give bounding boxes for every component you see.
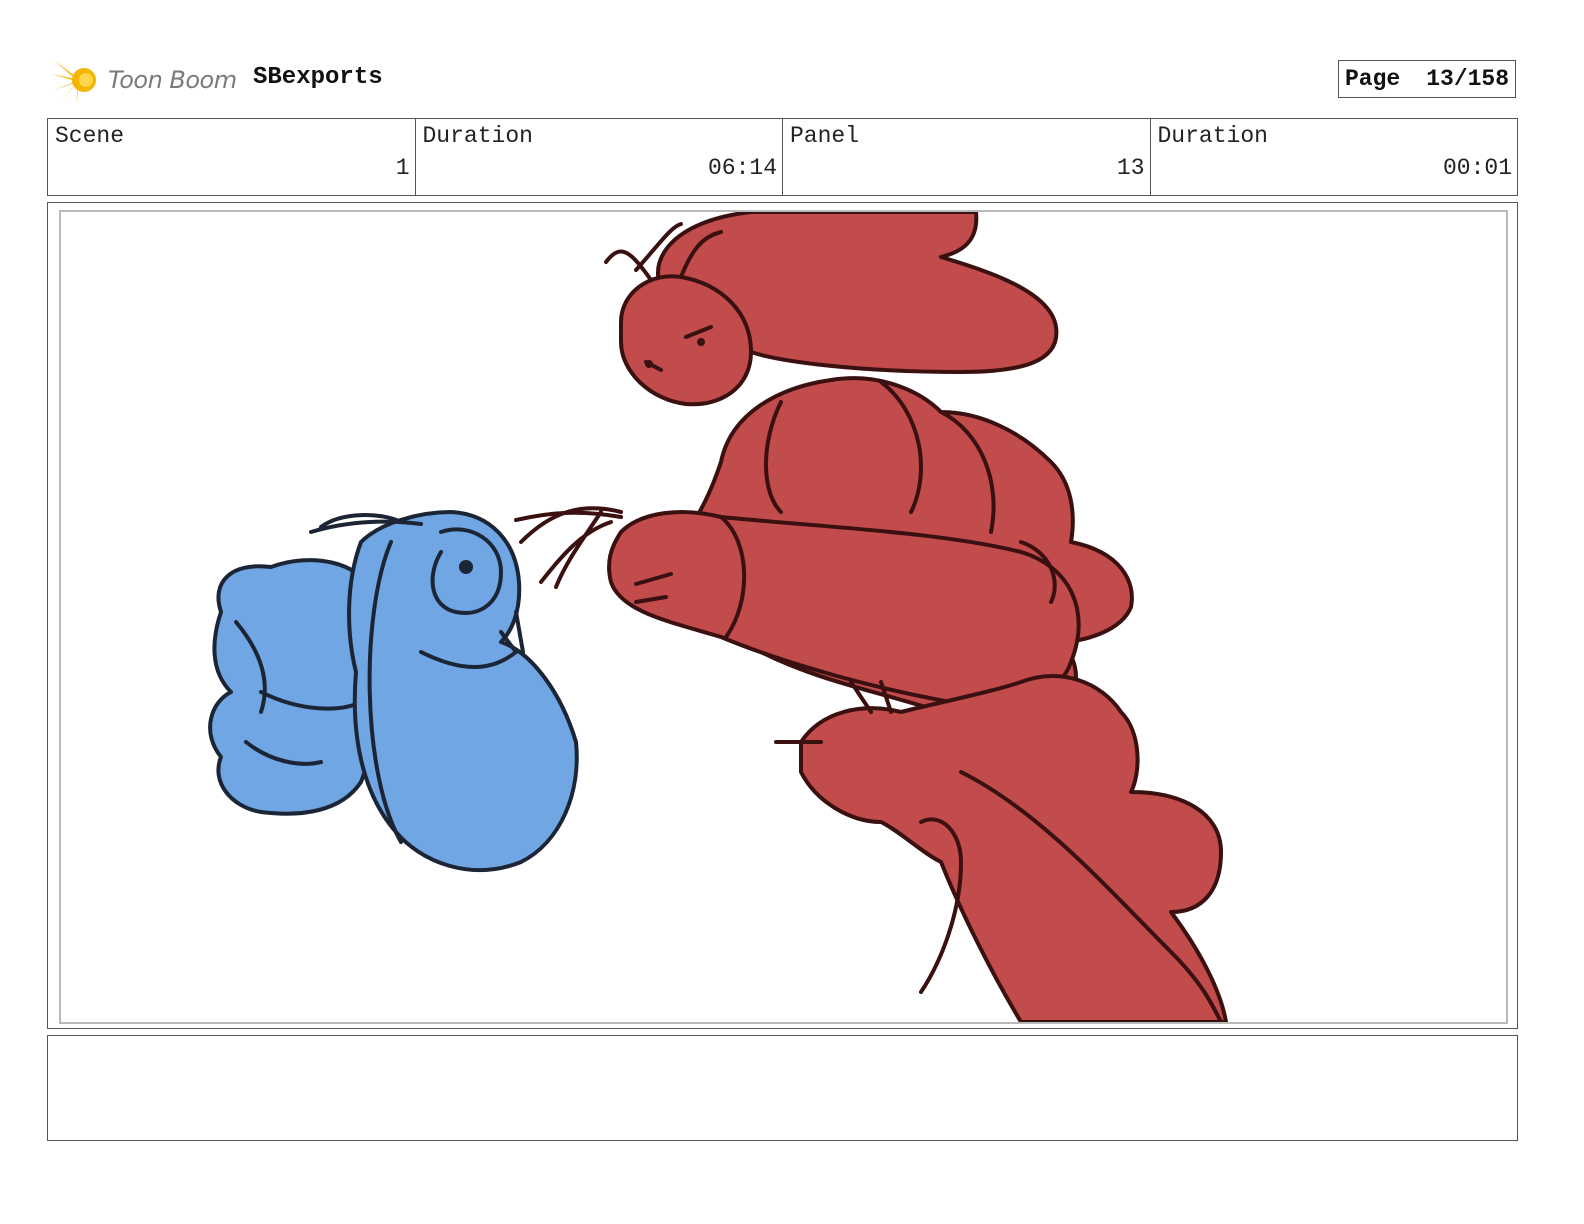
panel-duration-label: Duration <box>1157 123 1268 149</box>
panel-duration-value: 00:01 <box>1442 155 1512 181</box>
project-title: SBexports <box>253 64 383 91</box>
blue-bee-group <box>208 510 579 872</box>
panel-value: 13 <box>1116 155 1145 181</box>
panel-label: Panel <box>790 123 860 149</box>
storyboard-panel <box>47 202 1518 1029</box>
panel-sketch <box>208 212 1228 1022</box>
scene-duration-value: 06:14 <box>707 155 777 181</box>
scene-duration-cell: Duration 06:14 <box>416 119 783 195</box>
red-creature-group <box>514 212 1228 1022</box>
toon-boom-logo: Toon Boom <box>50 54 240 106</box>
page-label: Page <box>1345 66 1401 92</box>
page-indicator: Page 13/158 <box>1338 60 1516 98</box>
panel-info-table: Scene 1 Duration 06:14 Panel 13 Duration… <box>47 118 1518 196</box>
logo-text: Toon Boom <box>108 66 237 94</box>
panel-duration-cell: Duration 00:01 <box>1151 119 1518 195</box>
panel-notes <box>47 1035 1518 1141</box>
scene-duration-label: Duration <box>422 123 533 149</box>
scene-value: 1 <box>395 155 410 181</box>
scene-label: Scene <box>55 123 125 149</box>
panel-image <box>59 210 1508 1024</box>
page-number: 13/158 <box>1426 66 1510 92</box>
starburst-icon <box>52 56 96 104</box>
scene-cell: Scene 1 <box>48 119 416 195</box>
panel-cell: Panel 13 <box>783 119 1151 195</box>
